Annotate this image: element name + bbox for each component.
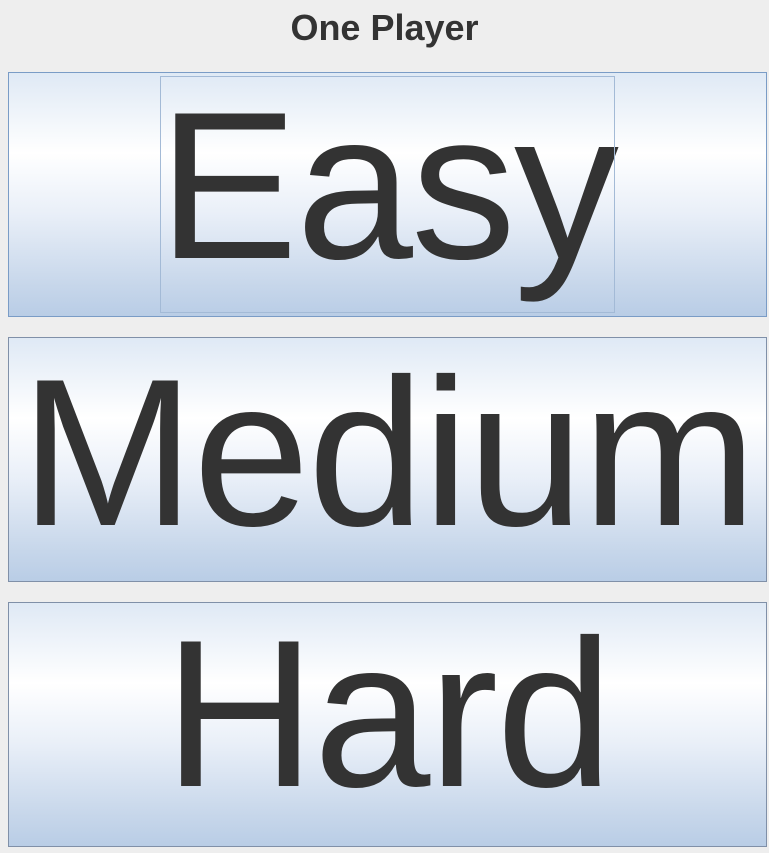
- hard-button-label: Hard: [163, 595, 613, 831]
- medium-button-label: Medium: [20, 334, 757, 570]
- medium-button[interactable]: Medium: [8, 337, 767, 582]
- hard-button[interactable]: Hard: [8, 602, 767, 847]
- easy-button[interactable]: Easy: [8, 72, 767, 317]
- easy-button-label: Easy: [158, 67, 619, 303]
- page-title: One Player: [290, 7, 479, 48]
